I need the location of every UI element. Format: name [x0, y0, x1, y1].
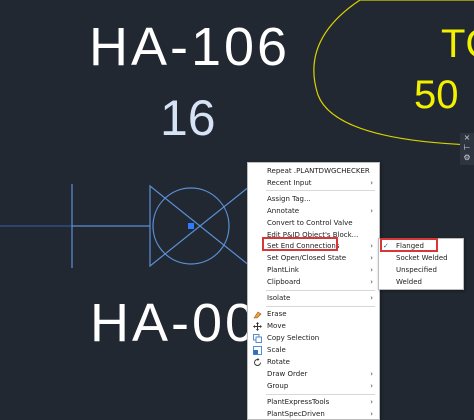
chevron-right-icon: ›	[370, 254, 373, 262]
pin-icon[interactable]: ⊢	[460, 143, 474, 153]
chevron-right-icon: ›	[370, 179, 373, 187]
menu-item-move[interactable]: Move	[248, 320, 379, 332]
gear-icon[interactable]: ⚙	[460, 153, 474, 163]
line-number-label: 16	[160, 90, 216, 146]
menu-item-erase[interactable]: Erase	[248, 308, 379, 320]
context-menu: Repeat .PLANTDWGCHECKER Recent Input › As…	[247, 162, 380, 420]
chevron-right-icon: ›	[370, 266, 373, 274]
menu-item-convert-control-valve[interactable]: Convert to Control Valve	[248, 217, 379, 229]
menu-item-group[interactable]: Group ›	[248, 380, 379, 392]
tag-label-bottom: HA-00	[90, 293, 259, 353]
menu-item-open-closed-state[interactable]: Set Open/Closed State ›	[248, 252, 379, 264]
menu-separator	[266, 394, 375, 395]
menu-separator	[266, 290, 375, 291]
move-icon	[253, 322, 262, 331]
submenu-item-welded[interactable]: Welded	[379, 276, 463, 288]
menu-separator	[266, 306, 375, 307]
menu-item-copy-selection[interactable]: Copy Selection	[248, 332, 379, 344]
tag-label-top: HA-106	[89, 17, 291, 77]
menu-item-scale[interactable]: Scale	[248, 344, 379, 356]
chevron-right-icon: ›	[370, 207, 373, 215]
chevron-right-icon: ›	[370, 242, 373, 250]
menu-separator	[266, 190, 375, 191]
menu-item-draw-order[interactable]: Draw Order ›	[248, 368, 379, 380]
chevron-right-icon: ›	[370, 410, 373, 418]
copy-icon	[253, 334, 262, 343]
menu-item-clipboard[interactable]: Clipboard ›	[248, 276, 379, 288]
chevron-right-icon: ›	[370, 398, 373, 406]
menu-item-plantexpresstools[interactable]: PlantExpressTools ›	[248, 396, 379, 408]
menu-item-recent-input[interactable]: Recent Input ›	[248, 177, 379, 189]
menu-item-annotate[interactable]: Annotate ›	[248, 205, 379, 217]
menu-item-rotate[interactable]: Rotate	[248, 356, 379, 368]
highlight-set-end-connections	[262, 237, 338, 251]
highlight-flanged	[380, 238, 438, 252]
menu-item-isolate[interactable]: Isolate ›	[248, 292, 379, 304]
chevron-right-icon: ›	[370, 294, 373, 302]
instrument-tag-top: TC	[441, 22, 474, 66]
scale-icon	[253, 346, 262, 355]
selection-grip	[188, 223, 194, 229]
chevron-right-icon: ›	[370, 382, 373, 390]
submenu-item-socket-welded[interactable]: Socket Welded	[379, 252, 463, 264]
menu-item-repeat[interactable]: Repeat .PLANTDWGCHECKER	[248, 165, 379, 177]
chevron-right-icon: ›	[370, 370, 373, 378]
chevron-right-icon: ›	[370, 278, 373, 286]
instrument-tag-number: 50	[414, 73, 459, 117]
menu-item-plantspecdriven[interactable]: PlantSpecDriven ›	[248, 408, 379, 419]
menu-item-assign-tag[interactable]: Assign Tag...	[248, 193, 379, 205]
drawing-canvas[interactable]: HA-106 16 HA-00 TC 50 × ⊢ ⚙	[0, 0, 474, 418]
menu-item-plantlink[interactable]: PlantLink ›	[248, 264, 379, 276]
eraser-icon	[253, 310, 262, 319]
side-palette-strip[interactable]: × ⊢ ⚙	[460, 133, 474, 165]
submenu-item-unspecified[interactable]: Unspecified	[379, 264, 463, 276]
close-icon[interactable]: ×	[460, 133, 474, 143]
rotate-icon	[253, 358, 262, 367]
